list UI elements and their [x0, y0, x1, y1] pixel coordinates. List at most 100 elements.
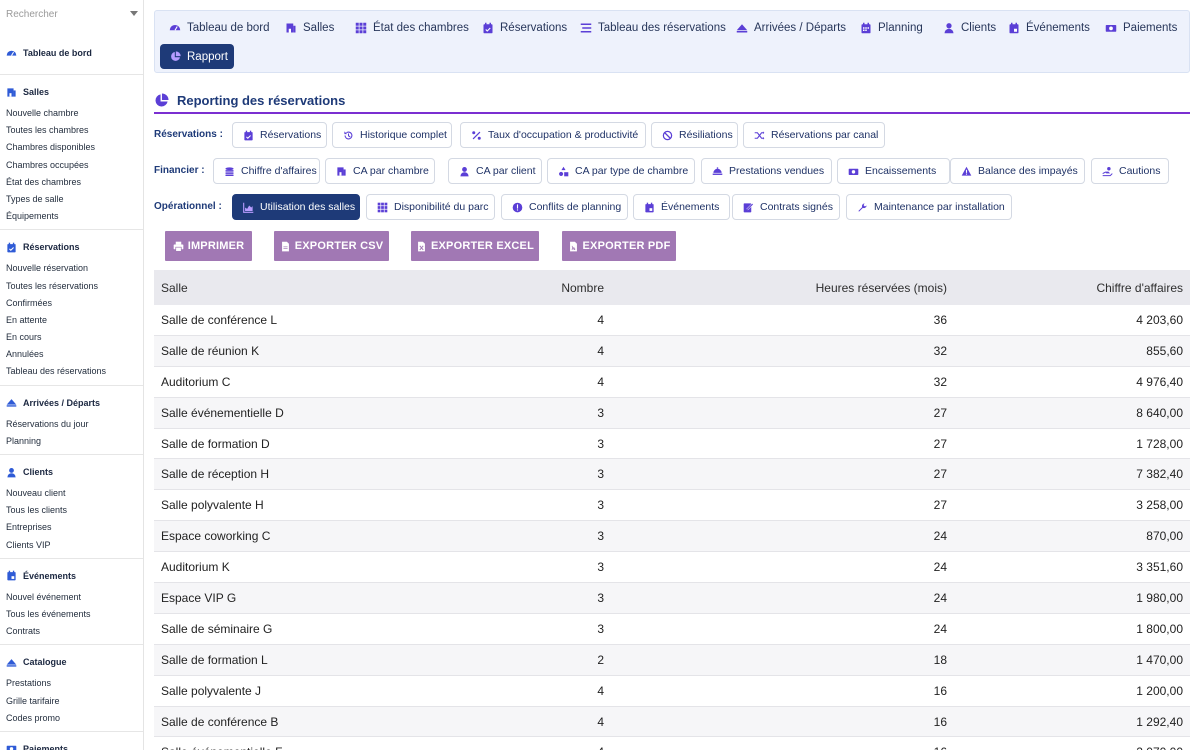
- table-row[interactable]: Salle de réception H 3 27 7 382,40: [154, 459, 1190, 491]
- sidebar-heading[interactable]: Réservations: [0, 238, 143, 256]
- filter-chip[interactable]: Balance des impayés: [950, 158, 1085, 184]
- sidebar-heading[interactable]: Catalogue: [0, 653, 143, 671]
- sidebar-item[interactable]: État des chambres: [0, 174, 143, 191]
- table-row[interactable]: Salle de réunion K 4 32 855,60: [154, 335, 1190, 367]
- table-row[interactable]: Salle de formation L 2 18 1 470,00: [154, 644, 1190, 676]
- filter-chip[interactable]: CA par client: [448, 158, 542, 184]
- nav-item[interactable]: Clients: [943, 11, 996, 45]
- nav-item[interactable]: Événements: [1008, 11, 1090, 45]
- table-row[interactable]: Espace VIP G 3 24 1 980,00: [154, 583, 1190, 614]
- sidebar-item[interactable]: Planning: [0, 433, 143, 450]
- cell-salle: Salle polyvalente H: [161, 498, 264, 513]
- nav-item[interactable]: Arrivées / Départs: [736, 11, 846, 45]
- table-row[interactable]: Salle de conférence L 4 36 4 203,60: [154, 305, 1190, 336]
- sidebar-heading[interactable]: Salles: [0, 83, 143, 101]
- nav-item[interactable]: Paiements: [1105, 11, 1177, 45]
- column-header-salle[interactable]: Salle: [154, 281, 504, 295]
- filter-chip[interactable]: Prestations vendues: [701, 158, 832, 184]
- sidebar-item[interactable]: Équipements: [0, 208, 143, 225]
- filter-chip[interactable]: Disponibilité du parc: [366, 194, 495, 220]
- sidebar-item[interactable]: Nouveau client: [0, 485, 143, 502]
- sidebar-item[interactable]: Entreprises: [0, 519, 143, 536]
- nav-item[interactable]: Planning: [860, 11, 923, 45]
- cell-nombre: 4: [597, 343, 604, 358]
- sidebar-item[interactable]: Chambres disponibles: [0, 139, 143, 156]
- filter-chip[interactable]: Réservations par canal: [743, 122, 885, 148]
- sidebar-heading[interactable]: Paiements: [0, 740, 143, 750]
- filter-chip[interactable]: Utilisation des salles: [232, 194, 360, 220]
- sidebar-item[interactable]: Toutes les réservations: [0, 278, 143, 295]
- sidebar-item[interactable]: Tableau des réservations: [0, 363, 143, 380]
- sidebar-item[interactable]: En cours: [0, 329, 143, 346]
- export-button-label: EXPORTER PDF: [582, 240, 671, 252]
- filter-chip[interactable]: CA par type de chambre: [547, 158, 695, 184]
- sidebar-item[interactable]: Toutes les chambres: [0, 122, 143, 139]
- filter-chip[interactable]: Historique complet: [332, 122, 452, 148]
- sidebar-item[interactable]: Nouvelle réservation: [0, 260, 143, 277]
- sidebar-item[interactable]: Nouvel événement: [0, 589, 143, 606]
- table-row[interactable]: Salle événementielle F4162 070,00: [154, 737, 1190, 750]
- sidebar-item[interactable]: Tous les événements: [0, 606, 143, 623]
- filter-chip[interactable]: CA par chambre: [325, 158, 435, 184]
- cell-chiffre: 1 980,00: [1136, 590, 1183, 605]
- sidebar-heading[interactable]: Clients: [0, 463, 143, 481]
- filter-chip[interactable]: Chiffre d'affaires: [213, 158, 320, 184]
- table-row[interactable]: Salle polyvalente H 3 27 3 258,00: [154, 490, 1190, 522]
- table-row[interactable]: Auditorium K 3 24 3 351,60: [154, 552, 1190, 584]
- sidebar-item[interactable]: Annulées: [0, 346, 143, 363]
- sidebar-heading[interactable]: Événements: [0, 567, 143, 585]
- filter-chip[interactable]: Réservations: [232, 122, 327, 148]
- filter-chip[interactable]: Maintenance par installation: [846, 194, 1012, 220]
- filter-chip[interactable]: Encaissements: [837, 158, 950, 184]
- print-icon: [173, 241, 183, 252]
- column-header-heures[interactable]: Heures réservées (mois): [604, 281, 947, 295]
- cell-salle: Salle événementielle D: [161, 405, 284, 420]
- sidebar-item[interactable]: Tous les clients: [0, 502, 143, 519]
- nav-item[interactable]: Tableau de bord: [169, 11, 269, 45]
- export-button[interactable]: EXPORTER CSV: [274, 231, 389, 261]
- sidebar-item[interactable]: Grille tarifaire: [0, 693, 143, 710]
- export-button[interactable]: EXPORTER PDF: [562, 231, 676, 261]
- sidebar-item[interactable]: Chambres occupées: [0, 157, 143, 174]
- filter-chip[interactable]: Cautions: [1091, 158, 1169, 184]
- filter-chip[interactable]: Résiliations: [651, 122, 738, 148]
- sidebar-item[interactable]: Nouvelle chambre: [0, 105, 143, 122]
- table-row[interactable]: Espace coworking C 3 24 870,00: [154, 521, 1190, 553]
- sidebar-item[interactable]: Contrats: [0, 623, 143, 640]
- cell-salle: Salle polyvalente J: [161, 683, 262, 698]
- nav-item[interactable]: État des chambres: [355, 11, 469, 45]
- sidebar-heading-label: Paiements: [23, 743, 69, 750]
- nav-item[interactable]: Réservations: [482, 11, 567, 45]
- filter-chip[interactable]: Événements: [633, 194, 730, 220]
- chevron-down-icon[interactable]: [130, 11, 138, 16]
- sidebar-heading[interactable]: Arrivées / Départs: [0, 394, 143, 412]
- filter-chip[interactable]: Conflits de planning: [501, 194, 628, 220]
- sidebar-item[interactable]: Codes promo: [0, 710, 143, 727]
- table-row[interactable]: Salle polyvalente J 4 16 1 200,00: [154, 676, 1190, 707]
- search-input[interactable]: [0, 0, 143, 28]
- table-row[interactable]: Auditorium C 4 32 4 976,40: [154, 367, 1190, 398]
- table-row[interactable]: Salle de séminaire G 3 24 1 800,00: [154, 614, 1190, 645]
- nav-item[interactable]: Salles: [285, 11, 334, 45]
- nav-item[interactable]: Tableau des réservations: [580, 11, 726, 45]
- page-title: Reporting des réservations: [154, 88, 1190, 114]
- calendar-check-icon: [483, 22, 493, 34]
- column-header-chiffre[interactable]: Chiffre d'affaires: [947, 281, 1183, 295]
- export-button[interactable]: IMPRIMER: [165, 231, 252, 261]
- export-button[interactable]: EXPORTER EXCEL: [411, 231, 539, 261]
- table-row[interactable]: Salle de conférence B 4 16 1 292,40: [154, 706, 1190, 738]
- nav-item-active[interactable]: Rapport: [160, 44, 234, 69]
- sidebar-item[interactable]: Prestations: [0, 675, 143, 692]
- sidebar-item[interactable]: En attente: [0, 312, 143, 329]
- sidebar-item[interactable]: Confirmées: [0, 295, 143, 312]
- list-icon: [580, 23, 592, 33]
- filter-chip[interactable]: Taux d'occupation & productivité: [460, 122, 646, 148]
- sidebar-item[interactable]: Clients VIP: [0, 537, 143, 554]
- filter-chip[interactable]: Contrats signés: [732, 194, 840, 220]
- sidebar-item[interactable]: Types de salle: [0, 191, 143, 208]
- column-header-nombre[interactable]: Nombre: [504, 281, 604, 295]
- table-row[interactable]: Salle de formation D 3 27 1 728,00: [154, 429, 1190, 460]
- sidebar-heading[interactable]: Tableau de bord: [0, 44, 143, 62]
- sidebar-item[interactable]: Réservations du jour: [0, 416, 143, 433]
- table-row[interactable]: Salle événementielle D 3 27 8 640,00: [154, 397, 1190, 429]
